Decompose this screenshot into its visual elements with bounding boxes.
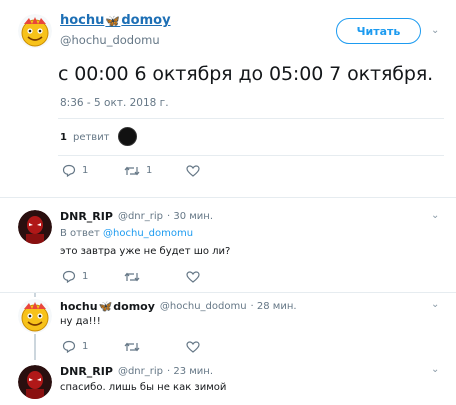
reply-author[interactable]: DNR_RIP @dnr_rip · 23 мин. xyxy=(60,365,213,378)
tweet-timestamp[interactable]: 8:36 - 5 окт. 2018 г. xyxy=(60,97,169,109)
retweet-icon xyxy=(124,272,140,281)
tweet-actions: 1 xyxy=(62,340,200,353)
like-icon xyxy=(186,270,200,283)
chevron-down-icon[interactable]: ⌄ xyxy=(431,299,439,310)
like-icon xyxy=(186,340,200,353)
retweeter-avatar[interactable] xyxy=(118,127,137,146)
reply-to-label: В ответ xyxy=(60,228,100,239)
avatar-emoji-image xyxy=(18,14,52,48)
retweet-icon xyxy=(124,342,140,351)
avatar[interactable] xyxy=(18,299,52,333)
reply-author[interactable]: hochu 🦋 domoy @hochu_dodomu · 28 мин. xyxy=(60,300,297,313)
butterfly-icon: 🦋 xyxy=(105,13,121,28)
retweet-stats[interactable]: 1 ретвит xyxy=(60,126,110,148)
tweet-actions: 1 1 xyxy=(62,164,200,177)
divider xyxy=(58,118,444,119)
butterfly-icon: 🦋 xyxy=(98,300,113,313)
main-tweet: hochu 🦋 domoy @hochu_dodomu Читать ⌄ с 0… xyxy=(0,0,456,196)
reply-text: это завтра уже не будет шо ли? xyxy=(60,246,231,257)
avatar-image xyxy=(18,210,52,244)
author-name[interactable]: DNR_RIP xyxy=(60,210,113,223)
like-action[interactable] xyxy=(186,340,200,353)
reply-text: ну да!!! xyxy=(60,316,101,327)
avatar[interactable] xyxy=(18,14,52,48)
author-handle[interactable]: @dnr_rip xyxy=(118,366,163,377)
like-icon xyxy=(186,164,200,177)
chevron-down-icon[interactable]: ⌄ xyxy=(431,210,439,221)
like-action[interactable] xyxy=(186,164,200,177)
tweet-text: с 00:00 6 октября до 05:00 7 октября. xyxy=(58,63,434,85)
avatar-image xyxy=(18,365,52,399)
avatar[interactable] xyxy=(18,365,52,399)
reply-author[interactable]: DNR_RIP @dnr_rip · 30 мин. xyxy=(60,210,213,223)
divider xyxy=(58,155,444,156)
user-handle[interactable]: @hochu_dodomu xyxy=(60,33,160,47)
reply-action[interactable]: 1 xyxy=(62,164,124,177)
retweet-action[interactable] xyxy=(124,341,186,353)
reply-tweet[interactable]: DNR_RIP @dnr_rip · 23 мин. ⌄ спасибо. ли… xyxy=(0,360,456,405)
chevron-down-icon[interactable]: ⌄ xyxy=(431,25,439,36)
follow-button[interactable]: Читать xyxy=(336,18,421,44)
reply-to-line: В ответ @hochu_domomu xyxy=(60,228,193,239)
retweet-action[interactable]: 1 xyxy=(124,165,186,177)
reply-time[interactable]: · 30 мин. xyxy=(167,211,213,222)
reply-tweet[interactable]: DNR_RIP @dnr_rip · 30 мин. ⌄ В ответ @ho… xyxy=(0,198,456,293)
thread-line xyxy=(34,334,36,360)
reply-time[interactable]: · 28 мин. xyxy=(251,301,297,312)
reply-time[interactable]: · 23 мин. xyxy=(167,366,213,377)
author-name[interactable]: DNR_RIP xyxy=(60,365,113,378)
display-name[interactable]: hochu 🦋 domoy xyxy=(60,13,171,28)
reply-icon xyxy=(62,270,76,283)
retweets-label: ретвит xyxy=(72,131,110,143)
author-name[interactable]: hochu xyxy=(60,300,98,313)
reply-count: 1 xyxy=(82,341,89,352)
retweet-count: 1 xyxy=(146,165,153,176)
tweet-actions: 1 xyxy=(62,270,200,283)
reply-action[interactable]: 1 xyxy=(62,340,124,353)
reply-text: спасибо. лишь бы не как зимой xyxy=(60,382,227,393)
reply-icon xyxy=(62,340,76,353)
author-handle[interactable]: @dnr_rip xyxy=(118,211,163,222)
author-handle[interactable]: @hochu_dodomu xyxy=(160,301,247,312)
reply-count: 1 xyxy=(82,271,89,282)
display-name-suffix[interactable]: domoy xyxy=(121,13,170,28)
display-name-prefix[interactable]: hochu xyxy=(60,13,104,28)
avatar-emoji-image xyxy=(18,299,52,333)
retweet-action[interactable] xyxy=(124,271,186,283)
reply-count: 1 xyxy=(82,165,89,176)
retweets-count: 1 xyxy=(60,131,67,143)
reply-to-handle[interactable]: @hochu_domomu xyxy=(103,228,193,239)
retweet-icon xyxy=(124,166,140,175)
like-action[interactable] xyxy=(186,270,200,283)
chevron-down-icon[interactable]: ⌄ xyxy=(431,364,439,375)
reply-icon xyxy=(62,164,76,177)
avatar[interactable] xyxy=(18,210,52,244)
reply-action[interactable]: 1 xyxy=(62,270,124,283)
author-name-suffix[interactable]: domoy xyxy=(113,300,155,313)
reply-tweet[interactable]: hochu 🦋 domoy @hochu_dodomu · 28 мин. ⌄ … xyxy=(0,293,456,361)
